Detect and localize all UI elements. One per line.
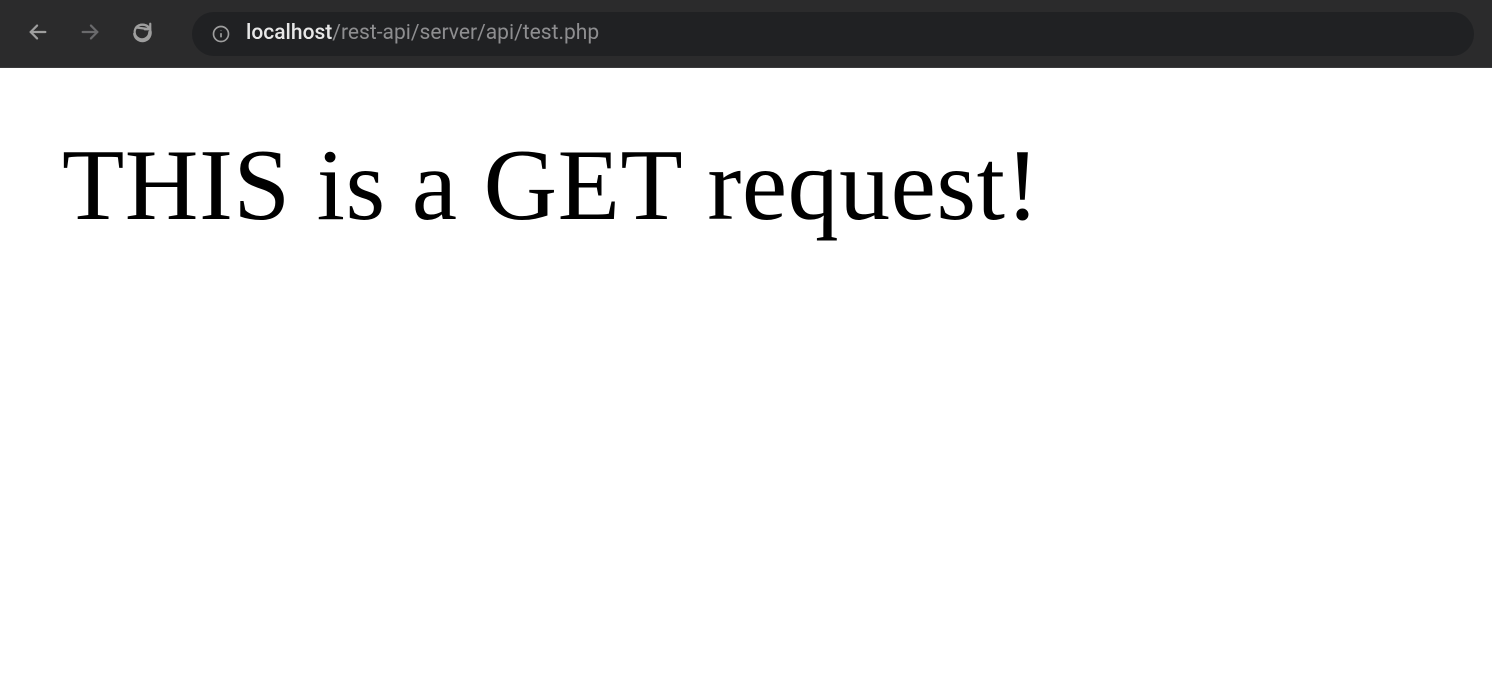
url-path: /rest-api/server/api/test.php <box>332 21 599 45</box>
url-text: localhost/rest-api/server/api/test.php <box>246 23 599 44</box>
url-host: localhost <box>246 21 332 45</box>
forward-button[interactable] <box>70 14 110 54</box>
back-button[interactable] <box>18 14 58 54</box>
back-arrow-icon <box>27 21 49 47</box>
address-bar[interactable]: localhost/rest-api/server/api/test.php <box>192 12 1474 56</box>
page-heading: THIS is a GET request! <box>62 130 1430 242</box>
browser-toolbar: localhost/rest-api/server/api/test.php <box>0 0 1492 68</box>
reload-icon <box>131 21 153 47</box>
forward-arrow-icon <box>79 21 101 47</box>
reload-button[interactable] <box>122 14 162 54</box>
page-content: THIS is a GET request! <box>0 68 1492 304</box>
info-icon[interactable] <box>210 23 232 45</box>
